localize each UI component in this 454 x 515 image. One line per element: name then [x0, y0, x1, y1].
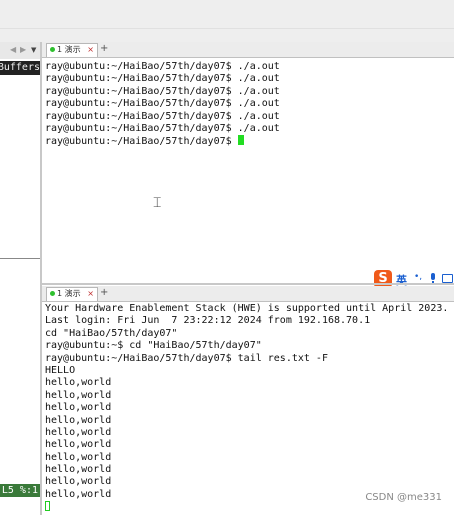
terminal-line: ray@ubuntu:~/HaiBao/57th/day07$ ./a.out	[45, 122, 280, 134]
terminal-line: ray@ubuntu:~/HaiBao/57th/day07$ tail res…	[45, 352, 328, 364]
terminal-line: Your Hardware Enablement Stack (HWE) is …	[45, 303, 449, 314]
terminal-line: hello,world	[45, 402, 112, 414]
terminal-prompt-line: ray@ubuntu:~/HaiBao/57th/day07$	[42, 135, 454, 147]
top-pane-tab[interactable]: 1 演示 ×	[46, 43, 98, 57]
left-panel: ◀ ▶ ▼ Buffers L5 %:1	[0, 42, 40, 515]
terminal-line: hello,world	[45, 426, 112, 438]
terminal-line: ray@ubuntu:~/HaiBao/57th/day07$ ./a.out	[45, 110, 280, 122]
scroll-left-icon[interactable]: ◀	[10, 45, 16, 54]
terminal-line: hello,world	[45, 439, 112, 451]
terminal-line: ray@ubuntu:~/HaiBao/57th/day07$ ./a.out	[45, 73, 280, 85]
bottom-pane-tab-label: 1 演示	[57, 289, 81, 298]
scroll-right-icon[interactable]: ▶	[20, 45, 26, 54]
mouse-ibeam-icon: ⌶	[153, 195, 162, 211]
tab-status-dot-icon	[50, 47, 55, 52]
tab-list-dropdown-icon[interactable]: ▼	[31, 46, 36, 54]
bottom-pane-tab[interactable]: 1 演示 ×	[46, 287, 98, 301]
terminal-line: HELLO	[45, 364, 76, 376]
watermark: CSDN @me331	[365, 492, 442, 503]
terminal-line: ray@ubuntu:~/HaiBao/57th/day07$ ./a.out	[45, 98, 280, 110]
bottom-terminal[interactable]: Your Hardware Enablement Stack (HWE) is …	[42, 303, 454, 515]
terminal-line: hello,world	[45, 414, 112, 426]
terminal-line: hello,world	[45, 476, 112, 488]
terminal-line: hello,world	[45, 451, 112, 463]
buffers-label: Buffers	[0, 61, 40, 75]
terminal-window: ◀ ▶ ▼ Buffers L5 %:1 1 演示 × + ray@ubuntu…	[0, 0, 454, 515]
terminal-line: hello,world	[45, 377, 112, 389]
terminal-line: Last login: Fri Jun 7 23:22:12 2024 from…	[45, 315, 371, 327]
close-tab-icon[interactable]: ×	[87, 288, 94, 300]
terminal-cursor-line	[42, 501, 454, 513]
top-pane-tabbar: 1 演示 × +	[42, 42, 454, 58]
horizontal-split-handle[interactable]	[42, 283, 454, 285]
new-tab-button[interactable]: +	[100, 43, 108, 55]
window-top-strip	[0, 0, 454, 42]
top-pane-tab-label: 1 演示	[57, 45, 81, 54]
terminal-line: ray@ubuntu:~/HaiBao/57th/day07$ ./a.out	[45, 61, 280, 72]
editor-status-line: L5 %:1	[0, 484, 40, 497]
top-strip-divider	[0, 28, 454, 29]
left-panel-divider	[0, 258, 40, 259]
bottom-pane-tabbar: 1 演示 × +	[42, 286, 454, 302]
left-panel-tabbar: ◀ ▶ ▼	[0, 42, 40, 59]
new-tab-button[interactable]: +	[100, 287, 108, 299]
terminal-line: hello,world	[45, 389, 112, 401]
terminal-line: cd "HaiBao/57th/day07"	[45, 327, 178, 339]
text-cursor	[237, 135, 244, 146]
terminal-prompt: ray@ubuntu:~/HaiBao/57th/day07$	[45, 136, 238, 148]
top-terminal[interactable]: ray@ubuntu:~/HaiBao/57th/day07$ ./a.out …	[42, 61, 454, 283]
terminal-line: ray@ubuntu:~/HaiBao/57th/day07$ ./a.out	[45, 85, 280, 97]
tab-status-dot-icon	[50, 291, 55, 296]
keyboard-icon[interactable]	[442, 274, 453, 283]
terminal-line: ray@ubuntu:~$ cd "HaiBao/57th/day07"	[45, 340, 262, 352]
text-cursor	[45, 501, 50, 512]
ime-punctuation-toggle[interactable]: •,	[414, 272, 422, 282]
close-tab-icon[interactable]: ×	[87, 44, 94, 56]
terminal-line: hello,world	[45, 464, 112, 476]
